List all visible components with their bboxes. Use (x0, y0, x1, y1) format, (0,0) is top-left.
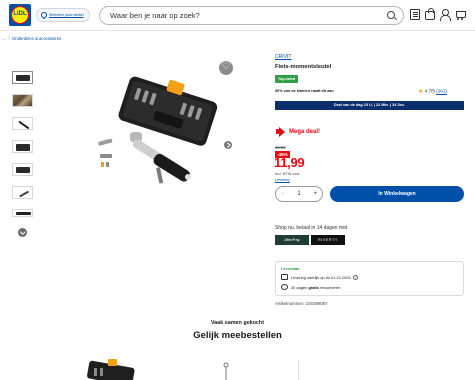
location-pin-icon (39, 10, 49, 20)
article-number: Artikelnummer: 100398057 (275, 301, 328, 306)
megaphone-icon (276, 127, 286, 137)
add-to-cart-button[interactable]: In Winkelwagen (330, 186, 464, 202)
mega-deal-text: Mega deal! (289, 129, 321, 135)
chevron-down-icon[interactable] (18, 228, 27, 237)
search-input[interactable] (110, 11, 380, 20)
lidl-logo[interactable]: LIDL (9, 4, 31, 26)
mega-deal-label: Mega deal! (276, 126, 320, 138)
afterpay-logo: AfterPay (275, 235, 309, 245)
logo-text: LIDL (13, 11, 27, 17)
store-selector-label: Selecteer jouw winkel (49, 13, 84, 17)
payment-title: Shop nu, betaal in 14 dagen met (275, 225, 348, 231)
quantity-decrease-button[interactable]: − (281, 191, 285, 197)
breadcrumb: ... / Onderdelen & accessoires (3, 36, 62, 41)
thumbnail-6[interactable] (12, 186, 33, 199)
bought-together-heading: Gelijk meebestellen (193, 330, 282, 341)
top-rated-badge: Top-rated (275, 75, 299, 83)
recommendation-text: 96% van de klanten raadt dit aan (275, 89, 334, 93)
current-price: 11,99 (274, 155, 305, 170)
quantity-stepper[interactable]: − 1 + (275, 186, 323, 202)
cart-icon[interactable] (455, 9, 466, 20)
vat-note: Incl. BTW excl. (275, 172, 301, 176)
returns-row: 30 dagen gratis retourneren (281, 284, 340, 290)
star-icon: ★ (418, 89, 424, 95)
bag-icon[interactable] (425, 8, 435, 20)
thumbnail-4[interactable] (12, 140, 33, 153)
bought-together-subheading: Vaak samen gekocht (210, 320, 265, 326)
old-price: 19,99 (275, 145, 286, 150)
search-icon[interactable] (387, 11, 395, 19)
availability-status: Leverbaar (281, 266, 300, 271)
rating[interactable]: ★ 4.7/5 (201) (418, 88, 447, 96)
user-icon[interactable] (440, 9, 451, 21)
thumbnail-2[interactable] (12, 94, 33, 107)
recommended-product-image[interactable] (80, 356, 140, 380)
rating-value: 4.7/5 (424, 88, 435, 94)
info-icon[interactable]: i (353, 274, 359, 280)
truck-icon (281, 274, 288, 280)
thumbnail-1[interactable] (12, 71, 33, 84)
riverty-logo: RIVERTY (311, 235, 345, 245)
delivery-row: Levering uiterlijk op do 01.10.2026 i (281, 274, 359, 280)
deal-countdown-bar: Deal van de dag 23 U. | 22 Min. | 34 Sec… (275, 101, 464, 110)
shopping-list-icon[interactable] (410, 9, 420, 20)
breadcrumb-ellipsis[interactable]: ... (3, 36, 7, 41)
product-image (98, 76, 218, 184)
chevron-right-icon[interactable] (224, 141, 232, 149)
quantity-increase-button[interactable]: + (313, 191, 317, 197)
quantity-value[interactable]: 1 (297, 191, 300, 197)
card-divider (298, 360, 299, 380)
returns-text: 30 dagen gratis retourneren (291, 284, 341, 290)
delivery-date: Levering uiterlijk op do 01.10.2026 (291, 274, 351, 280)
site-header: LIDL Selecteer jouw winkel (0, 0, 475, 31)
brand-link[interactable]: CRIVIT (275, 54, 291, 60)
store-selector[interactable]: Selecteer jouw winkel (36, 8, 90, 22)
rating-count[interactable]: (201) (436, 89, 447, 94)
heart-icon[interactable] (219, 61, 233, 75)
breadcrumb-item-category[interactable]: Onderdelen & accessoires (12, 36, 61, 41)
delivery-link[interactable]: Levering (275, 178, 290, 182)
recommended-product-image-2[interactable] (220, 362, 232, 380)
search-bar[interactable] (99, 6, 404, 25)
thumbnail-7[interactable] (12, 209, 33, 217)
return-icon (281, 284, 288, 290)
thumbnail-5[interactable] (12, 163, 33, 176)
product-title: Fiets-momentsleutel (275, 64, 332, 70)
thumbnail-3[interactable] (12, 117, 33, 130)
